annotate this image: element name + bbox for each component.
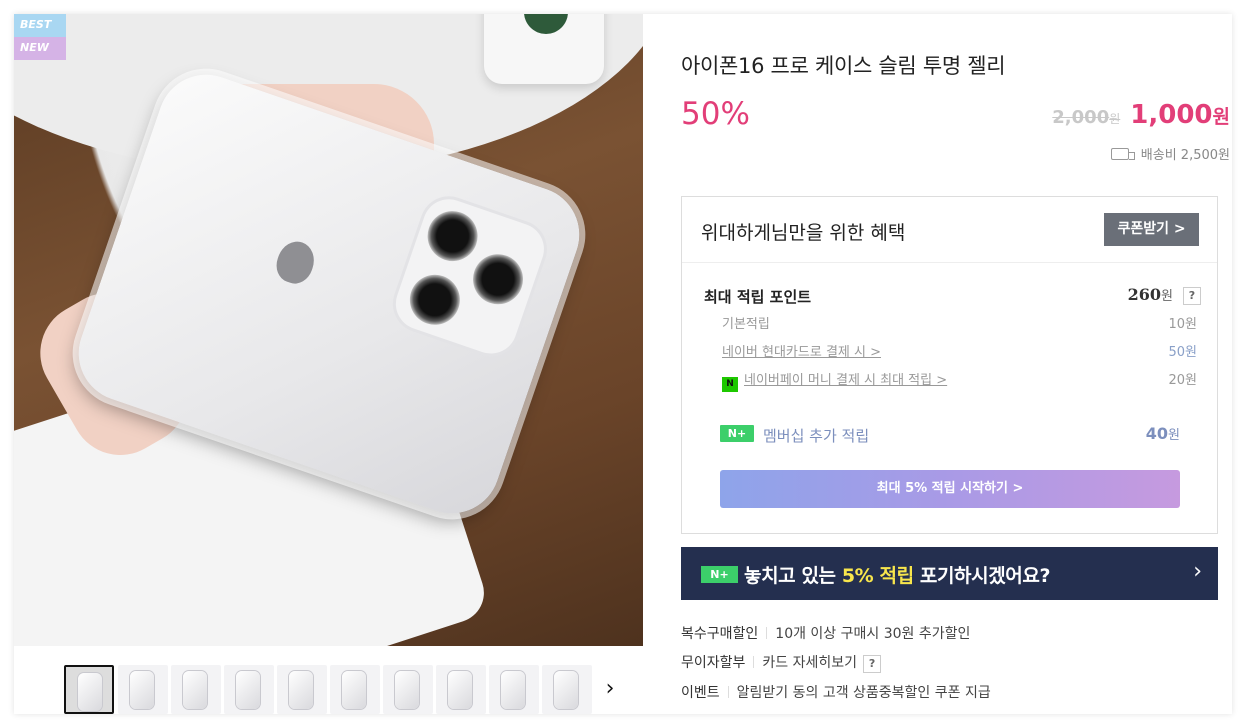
points-row-basic: 기본적립 10원 [722,310,1197,332]
thumbnail-item[interactable] [118,665,168,714]
npay-icon: N [722,377,738,392]
original-price-unit: 원 [1109,112,1121,126]
apple-logo-icon [271,236,320,289]
thumbnail-image [289,671,313,709]
camera-lens [466,247,530,311]
thumbnail-image [395,671,419,709]
thumbnail-image [448,671,472,709]
shipping-info: 배송비 2,500원 [1110,144,1230,163]
benefit-header: 위대하게님만을 위한 혜택 쿠폰받기 > [682,197,1217,263]
get-coupon-button[interactable]: 쿠폰받기 > [1104,213,1199,246]
divider [753,656,755,668]
benefit-title: 위대하게님만을 위한 혜택 [701,222,906,244]
camera-module [388,192,551,361]
product-detail-frame: BEST NEW › 아이폰16 프로 케이스 슬림 투명 젤리 50% 2,0… [14,14,1232,714]
membership-points-row: N+ 멤버십 추가 적립 40원 [720,423,1180,447]
membership-promo-banner[interactable]: N+ 놓치고 있는 5% 적립 포기하시겠어요? › [681,547,1218,600]
npay-money-label: N 네이버페이 머니 결제 시 최대 적립 > [722,369,947,392]
points-row-value: 20원 [1168,373,1197,388]
camera-lens [420,204,485,268]
promo-text-start: 놓치고 있는 [744,565,842,587]
camera-lens [403,268,467,332]
thumbnail-item[interactable] [224,665,274,714]
naver-plus-icon: N+ [701,566,738,583]
divider [727,686,729,698]
product-main-image[interactable] [14,14,643,646]
thumbnail-item[interactable] [383,665,433,714]
membership-unit: 원 [1168,428,1180,443]
max-points-unit: 원 [1161,289,1173,304]
max-points-value: 260 [1127,285,1162,304]
naver-card-link[interactable]: 네이버 현대카드로 결제 시 > [722,341,881,360]
sale-price: 1,000 [1130,100,1213,130]
event-key: 이벤트 [681,685,720,701]
thumbnail-image [236,671,260,709]
discount-rate: 50% [681,96,750,132]
benefit-box: 위대하게님만을 위한 혜택 쿠폰받기 > 최대 적립 포인트 260원 ? 기본… [681,196,1218,534]
promo-text: 놓치고 있는 5% 적립 포기하시겠어요? [744,561,1050,588]
bulk-discount-value: 10개 이상 구매시 30원 추가할인 [775,626,971,642]
card-details-link[interactable]: 카드 자세히보기 [762,655,857,671]
installment-key: 무이자할부 [681,655,746,671]
thumbnail-image [554,671,578,709]
max-points-total: 260원 [1128,285,1173,304]
start-points-button[interactable]: 최대 5% 적립 시작하기 > [720,470,1180,508]
naver-plus-icon: N+ [720,425,754,442]
points-row-naver-card[interactable]: 네이버 현대카드로 결제 시 > 50원 [722,338,1197,360]
shipping-fee: 배송비 2,500원 [1140,148,1230,163]
thumbnail-next-arrow-icon[interactable]: › [600,674,620,704]
thumbnail-image [183,671,207,709]
installment-row: 무이자할부 카드 자세히보기? [681,652,882,673]
original-price: 2,000 [1052,107,1110,128]
thumbnail-item[interactable] [277,665,327,714]
event-row: 이벤트 알림받기 동의 고객 상품중복할인 쿠폰 지급 [681,682,991,702]
new-badge: NEW [14,37,66,60]
thumbnail-image [342,671,366,709]
promo-text-end: 포기하시겠어요? [913,565,1051,587]
best-badge: BEST [14,14,66,37]
npay-money-link[interactable]: 네이버페이 머니 결제 시 최대 적립 > [744,373,947,388]
max-points-title: 최대 적립 포인트 [704,288,812,306]
points-row-value: 50원 [1168,345,1197,360]
help-icon[interactable]: ? [863,655,882,673]
event-value: 알림받기 동의 고객 상품중복할인 쿠폰 지급 [736,685,991,701]
divider [766,627,768,639]
thumbnail-item[interactable] [436,665,486,714]
bulk-discount-key: 복수구매할인 [681,626,759,642]
thumbnail-item[interactable] [489,665,539,714]
thumbnail-image [130,671,154,709]
thumbnail-strip: › [14,659,643,714]
points-row-label: 기본적립 [722,317,770,332]
truck-icon [1110,147,1135,160]
membership-amount: 40 [1145,424,1169,443]
membership-value: 40원 [1146,424,1180,443]
product-title: 아이폰16 프로 케이스 슬림 투명 젤리 [681,54,1006,78]
thumbnail-image [78,673,102,711]
promo-highlight: 5% 적립 [841,565,914,587]
price-row: 2,000 원 1,000 원 [1052,100,1230,130]
thumbnail-item[interactable] [542,665,592,714]
chevron-right-icon: › [1193,559,1202,584]
thumbnail-item[interactable] [330,665,380,714]
help-icon[interactable]: ? [1183,287,1201,305]
sale-price-unit: 원 [1212,106,1230,128]
thumbnail-item[interactable] [64,665,114,714]
bulk-discount-row: 복수구매할인 10개 이상 구매시 30원 추가할인 [681,623,970,643]
points-row-npay-money[interactable]: N 네이버페이 머니 결제 시 최대 적립 > 20원 [722,366,1197,392]
thumbnail-item[interactable] [171,665,221,714]
product-badges: BEST NEW [14,14,66,60]
thumbnail-image [501,671,525,709]
membership-label: 멤버십 추가 적립 [763,427,870,445]
points-row-value: 10원 [1168,317,1197,332]
